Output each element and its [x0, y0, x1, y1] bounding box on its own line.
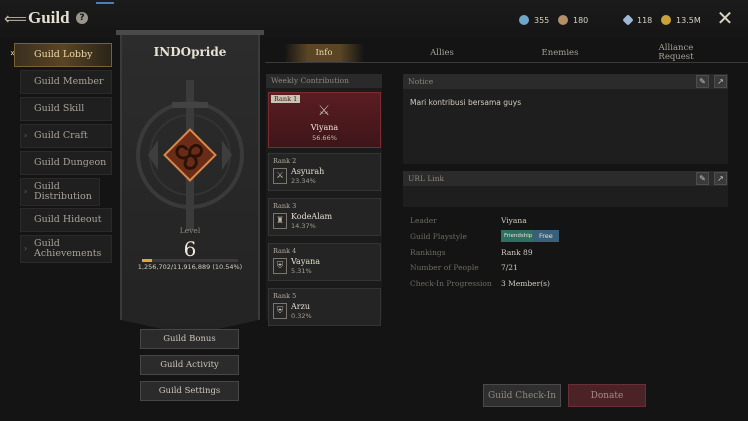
rank-card-2[interactable]: Rank 2 ⚔ Asyurah 23.34%: [268, 153, 381, 191]
tab-enemies[interactable]: Enemies: [520, 44, 600, 62]
resource-1-value: 355: [534, 15, 550, 25]
xp-text: 1,256,702/11,916,889 (10.54%): [137, 263, 243, 271]
rank-label: Rank 3: [273, 202, 297, 210]
rank-percent: 14.37%: [291, 222, 316, 230]
tabs-divider: [265, 62, 748, 63]
rank-label: Rank 1: [271, 95, 301, 103]
class-icon: ⛨: [273, 258, 287, 274]
tab-info[interactable]: Info: [284, 44, 364, 62]
guild-name: INDOpride: [153, 45, 227, 59]
banner-rod: [116, 30, 264, 35]
resource-3: 118: [622, 13, 653, 27]
top-indicator-line: [96, 2, 114, 4]
tab-alliance-request[interactable]: Alliance Request: [640, 44, 712, 62]
sidebar-item-label: Guild Member: [34, 76, 104, 87]
diamond-icon: [622, 14, 634, 26]
level-label: Level: [179, 226, 201, 235]
sidebar-item-label: Guild Distribution: [34, 181, 92, 202]
rank-percent: 5.31%: [291, 267, 312, 275]
open-external-icon[interactable]: ↗: [714, 172, 727, 185]
gem-icon: [519, 15, 529, 25]
checkin-progression-label: Check-In Progression: [410, 279, 492, 288]
guild-check-in-button[interactable]: Guild Check-In: [483, 384, 561, 407]
tab-allies[interactable]: Allies: [402, 44, 482, 62]
resource-4-value: 13.5M: [676, 15, 701, 25]
rank-card-1[interactable]: Rank 1 ⚔ Viyana 56.66%: [268, 92, 381, 148]
chevron-right-icon: ›: [24, 131, 28, 140]
resource-1: 355: [519, 13, 549, 27]
playstyle-tag-free: Free: [533, 230, 559, 242]
rank-card-4[interactable]: Rank 4 ⛨ Vayana 5.31%: [268, 243, 381, 281]
sidebar-item-label: Guild Achievements: [34, 238, 102, 259]
guild-settings-button[interactable]: Guild Settings: [140, 381, 239, 401]
sidebar-item-guild-dungeon[interactable]: Guild Dungeon: [20, 151, 112, 175]
rank-card-3[interactable]: Rank 3 ♜ KodeAlam 14.37%: [268, 198, 381, 236]
sidebar-item-label: Guild Dungeon: [34, 157, 107, 168]
sidebar-item-guild-lobby[interactable]: Guild Lobby: [14, 43, 112, 67]
sidebar-item-guild-achievements[interactable]: › Guild Achievements: [20, 235, 112, 263]
xp-progress-bar: [142, 259, 238, 262]
guild-bonus-button[interactable]: Guild Bonus: [140, 329, 239, 349]
class-icon: ⛨: [273, 303, 287, 319]
resource-3-value: 118: [637, 15, 653, 25]
chevron-right-icon: ›: [24, 187, 28, 196]
rank-percent: 0.32%: [291, 312, 312, 320]
edit-icon[interactable]: ✎: [696, 172, 709, 185]
resource-2: 180: [558, 13, 588, 27]
rank-percent: 23.34%: [291, 177, 316, 185]
sidebar-item-guild-skill[interactable]: Guild Skill: [20, 97, 112, 121]
sidebar-item-guild-hideout[interactable]: Guild Hideout: [20, 208, 112, 232]
open-external-icon[interactable]: ↗: [714, 75, 727, 88]
rank-name: Asyurah: [291, 167, 325, 176]
rank-percent: 56.66%: [312, 134, 337, 142]
rankings-value: Rank 89: [501, 248, 533, 257]
guild-activity-button[interactable]: Guild Activity: [140, 355, 239, 375]
sidebar-item-label: Guild Craft: [34, 130, 88, 141]
notice-title: Notice: [403, 74, 728, 89]
sidebar-item-label: Guild Skill: [34, 103, 85, 114]
sidebar-item-guild-member[interactable]: Guild Member: [20, 70, 112, 94]
playstyle-tag-friendship: Friendship: [501, 230, 536, 242]
leader-label: Leader: [410, 216, 437, 225]
rank-card-5[interactable]: Rank 5 ⛨ Arzu 0.32%: [268, 288, 381, 326]
edit-icon[interactable]: ✎: [696, 75, 709, 88]
help-icon[interactable]: ?: [76, 12, 88, 24]
page-title: Guild: [28, 8, 70, 27]
sidebar-item-guild-distribution[interactable]: › Guild Distribution: [20, 178, 100, 206]
back-arrow-icon[interactable]: ⟸: [4, 8, 27, 30]
rank-name: Arzu: [291, 302, 310, 311]
crossed-swords-icon: ⚔: [317, 103, 331, 119]
level-value: 6: [183, 237, 197, 261]
sidebar-item-label: Guild Hideout: [34, 214, 102, 225]
notice-text: Mari kontribusi bersama guys: [410, 98, 522, 107]
class-icon: ♜: [273, 213, 287, 229]
triskelion-emblem-icon: [136, 80, 244, 230]
chevron-right-icon: ›: [24, 244, 28, 253]
donate-button[interactable]: Donate: [568, 384, 646, 407]
rank-name: Viyana: [310, 123, 339, 132]
rankings-label: Rankings: [410, 248, 446, 257]
resource-2-value: 180: [573, 15, 589, 25]
sidebar-item-label: Guild Lobby: [34, 49, 93, 60]
xp-progress-fill: [142, 259, 153, 262]
rank-name: KodeAlam: [291, 212, 333, 221]
weekly-contribution-title: Weekly Contribution: [266, 74, 382, 88]
leader-value: Viyana: [501, 216, 527, 225]
rank-label: Rank 2: [273, 157, 297, 165]
sidebar-item-guild-craft[interactable]: › Guild Craft: [20, 124, 112, 148]
people-label: Number of People: [410, 263, 479, 272]
rank-label: Rank 4: [273, 247, 297, 255]
rank-label: Rank 5: [273, 292, 297, 300]
gold-coin-icon: [661, 15, 671, 25]
playstyle-label: Guild Playstyle: [410, 232, 467, 241]
token-icon: [558, 15, 568, 25]
class-icon: ⚔: [273, 168, 287, 184]
people-value: 7/21: [501, 263, 518, 272]
checkin-progression-value: 3 Member(s): [501, 279, 550, 288]
url-link-title: URL Link: [403, 171, 728, 186]
close-icon[interactable]: ✕: [716, 8, 734, 28]
rank-name: Vayana: [291, 257, 321, 266]
resource-4: 13.5M: [661, 13, 701, 27]
